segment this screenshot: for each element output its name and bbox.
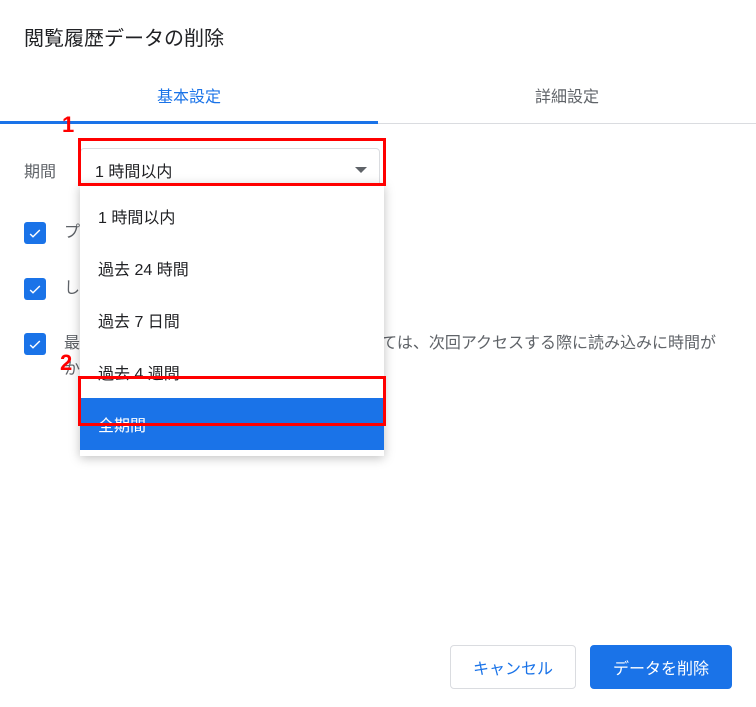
tabs: 基本設定 詳細設定 [0, 69, 756, 124]
delete-button[interactable]: データを削除 [590, 645, 732, 689]
check-icon [27, 281, 43, 297]
annotation-label-2: 2 [60, 350, 72, 376]
checkbox-2[interactable] [24, 278, 46, 300]
check-icon [27, 225, 43, 241]
tab-advanced[interactable]: 詳細設定 [378, 69, 756, 123]
time-range-label: 期間 [24, 158, 64, 182]
time-range-dropdown: 1 時間以内 過去 24 時間 過去 7 日間 過去 4 週間 全期間 [80, 184, 384, 456]
annotation-label-1: 1 [62, 112, 74, 138]
checkbox-3[interactable] [24, 333, 46, 355]
chevron-down-icon [355, 167, 367, 173]
cancel-button[interactable]: キャンセル [450, 645, 576, 689]
option-1h[interactable]: 1 時間以内 [80, 190, 384, 242]
option-24h[interactable]: 過去 24 時間 [80, 242, 384, 294]
dialog-footer: キャンセル データを削除 [0, 627, 756, 707]
checkbox-1[interactable] [24, 222, 46, 244]
dialog-title: 閲覧履歴データの削除 [0, 0, 756, 69]
option-7d[interactable]: 過去 7 日間 [80, 294, 384, 346]
option-all[interactable]: 全期間 [80, 398, 384, 450]
option-4w[interactable]: 過去 4 週間 [80, 346, 384, 398]
check-icon [27, 336, 43, 352]
time-range-selected-value: 1 時間以内 [95, 158, 172, 182]
tab-basic[interactable]: 基本設定 [0, 69, 378, 123]
